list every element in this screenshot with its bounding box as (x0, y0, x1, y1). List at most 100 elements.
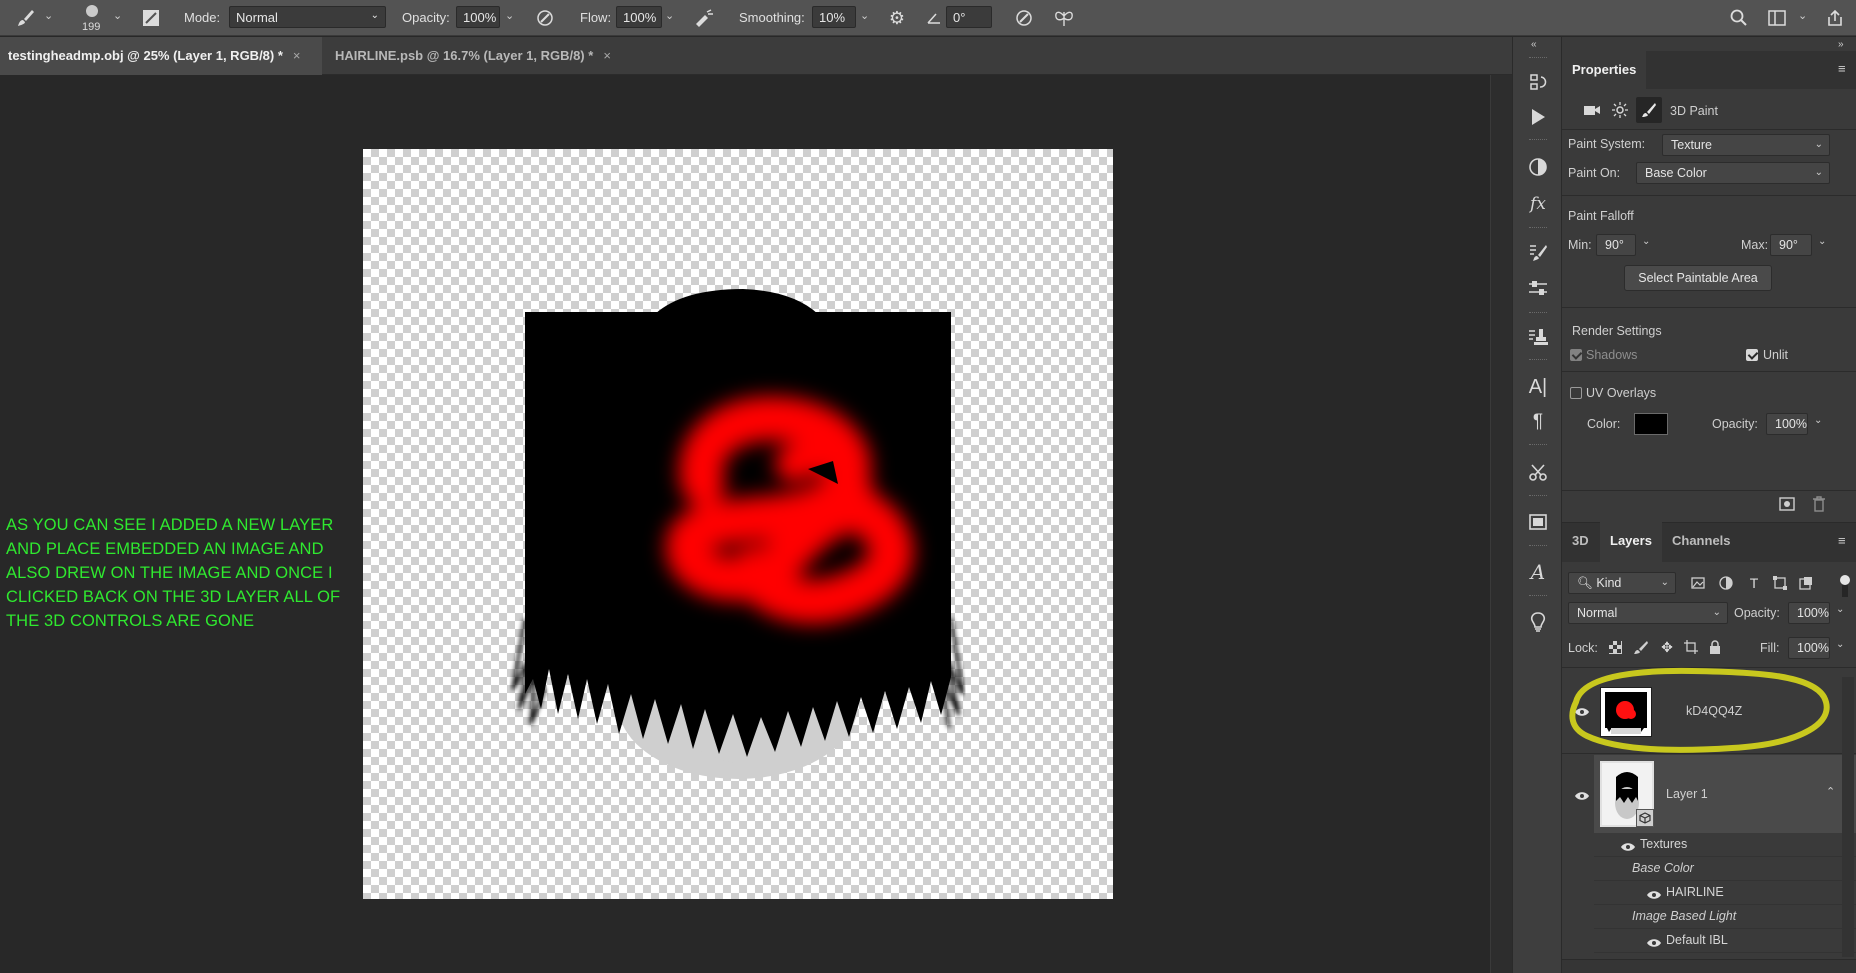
min-chevron-icon[interactable]: ⌄ (1642, 236, 1650, 247)
scene-lights-icon[interactable] (1608, 99, 1632, 121)
layer-row-layer-1[interactable]: Layer 1 ⌃ (1562, 755, 1856, 833)
workspace-chevron-icon[interactable]: ⌄ (1798, 9, 1807, 22)
min-falloff-field[interactable]: 90° (1596, 234, 1636, 256)
tab-properties[interactable]: Properties (1562, 51, 1647, 89)
filter-smart-object-icon[interactable] (1796, 573, 1816, 593)
lock-position-icon[interactable]: ✥ (1658, 638, 1676, 656)
paint-on-select[interactable]: Base Color ⌄ (1636, 162, 1830, 184)
glyphs-icon[interactable]: A (1513, 557, 1563, 587)
textures-row[interactable]: Textures (1594, 833, 1856, 857)
lock-artboard-icon[interactable] (1682, 638, 1700, 656)
airbrush-icon[interactable] (690, 6, 718, 30)
opacity-chevron-icon[interactable]: ⌄ (505, 9, 514, 22)
close-icon[interactable]: × (293, 48, 301, 63)
blend-mode-select[interactable]: Normal ⌄ (1568, 602, 1728, 624)
symmetry-butterfly-icon[interactable] (1050, 6, 1078, 30)
visibility-eye-icon[interactable] (1574, 705, 1590, 716)
share-icon[interactable] (1822, 6, 1848, 30)
paragraph-icon[interactable]: ¶ (1513, 407, 1563, 437)
tab-testingheadmp[interactable]: testingheadmp.obj @ 25% (Layer 1, RGB/8)… (0, 37, 322, 75)
hairline-texture-row[interactable]: HAIRLINE (1594, 881, 1856, 905)
layer-filter-kind-select[interactable]: 🔍︎ Kind ⌄ (1568, 572, 1676, 594)
clone-source-icon[interactable] (1513, 322, 1563, 352)
collapse-dock-icon[interactable]: » (1838, 39, 1844, 50)
close-icon[interactable]: × (603, 48, 611, 63)
brushes-icon[interactable] (1513, 273, 1563, 303)
flow-field[interactable]: 100% (616, 6, 662, 28)
panel-menu-icon[interactable]: ≡ (1838, 61, 1846, 76)
max-chevron-icon[interactable]: ⌄ (1818, 236, 1826, 247)
default-ibl-row[interactable]: Default IBL (1594, 929, 1856, 953)
tab-hairline[interactable]: HAIRLINE.psb @ 16.7% (Layer 1, RGB/8) * × (327, 37, 637, 75)
lock-transparent-pixels-icon[interactable] (1606, 638, 1624, 656)
fill-field[interactable]: 100% (1788, 637, 1830, 659)
filter-shape-icon[interactable] (1770, 573, 1790, 593)
uv-overlays-checkbox[interactable] (1570, 387, 1582, 399)
strip-separator (1529, 139, 1547, 141)
overlay-color-swatch[interactable] (1634, 413, 1668, 435)
lock-all-icon[interactable] (1706, 638, 1724, 656)
brush-preview-icon[interactable] (80, 2, 104, 20)
visibility-eye-icon[interactable] (1646, 936, 1662, 947)
camera-icon[interactable] (1580, 99, 1604, 121)
layers-scrollbar[interactable] (1842, 677, 1854, 957)
document-canvas[interactable] (363, 149, 1113, 899)
panel-menu-icon[interactable]: ≡ (1838, 533, 1846, 548)
actions-play-icon[interactable] (1513, 102, 1563, 132)
layer-name[interactable]: kD4QQ4Z (1686, 704, 1742, 718)
render-icon[interactable] (1776, 494, 1798, 514)
layer-name[interactable]: Layer 1 (1666, 787, 1708, 801)
tool-preset-chevron-icon[interactable]: ⌄ (44, 9, 53, 22)
collapse-chevron-icon[interactable]: ⌃ (1826, 785, 1835, 798)
filter-adjustment-icon[interactable] (1716, 573, 1736, 593)
smoothing-field[interactable]: 10% (812, 6, 856, 28)
visibility-eye-icon[interactable] (1574, 789, 1590, 800)
unlit-checkbox[interactable] (1746, 349, 1758, 361)
paint-system-select[interactable]: Texture ⌄ (1662, 134, 1830, 156)
brush-settings-icon[interactable] (138, 6, 164, 30)
brush-settings-icon[interactable] (1513, 237, 1563, 267)
select-paintable-area-button[interactable]: Select Paintable Area (1624, 265, 1772, 291)
vertical-scrollbar[interactable] (1490, 75, 1512, 973)
brush-picker-chevron-icon[interactable]: ⌄ (113, 9, 122, 22)
filter-type-icon[interactable]: T (1744, 573, 1764, 593)
brush-tool-icon[interactable] (12, 6, 40, 30)
visibility-eye-icon[interactable] (1620, 840, 1636, 851)
layer-opacity-field[interactable]: 100% (1788, 602, 1830, 624)
layer-opacity-chevron-icon[interactable]: ⌄ (1836, 604, 1844, 615)
tab-3d[interactable]: 3D (1562, 522, 1599, 562)
uv-overlays-label: UV Overlays (1586, 386, 1657, 400)
filter-toggle[interactable] (1840, 575, 1850, 585)
lock-image-pixels-icon[interactable] (1632, 638, 1650, 656)
overlay-opacity-field[interactable]: 100% (1766, 413, 1808, 435)
trash-icon[interactable] (1808, 494, 1830, 514)
character-icon[interactable]: A| (1513, 372, 1563, 402)
smoothing-chevron-icon[interactable]: ⌄ (860, 9, 869, 22)
pressure-opacity-icon[interactable] (532, 6, 558, 30)
styles-fx-icon[interactable]: fx (1513, 189, 1563, 219)
overlay-opacity-chevron-icon[interactable]: ⌄ (1814, 415, 1822, 426)
search-icon[interactable] (1726, 6, 1752, 30)
workspace-layout-icon[interactable] (1764, 6, 1790, 30)
fill-chevron-icon[interactable]: ⌄ (1836, 639, 1844, 650)
flow-chevron-icon[interactable]: ⌄ (665, 9, 674, 22)
layer-row-kd4qq4z[interactable]: kD4QQ4Z (1562, 675, 1856, 749)
pressure-size-icon[interactable] (1010, 6, 1038, 30)
adjustments-icon[interactable] (1513, 152, 1563, 182)
tool-presets-icon[interactable] (1513, 457, 1563, 487)
collapse-panels-icon[interactable]: « (1531, 39, 1537, 50)
learn-lightbulb-icon[interactable] (1513, 607, 1563, 637)
visibility-eye-icon[interactable] (1646, 888, 1662, 899)
tab-layers[interactable]: Layers (1600, 522, 1662, 562)
tab-channels[interactable]: Channels (1662, 522, 1741, 562)
libraries-icon[interactable] (1513, 507, 1563, 537)
history-icon[interactable] (1513, 67, 1563, 97)
mode-select[interactable]: Normal ⌄ (229, 6, 386, 28)
filter-pixel-icon[interactable] (1688, 573, 1708, 593)
shadows-checkbox[interactable] (1570, 349, 1582, 361)
opacity-field[interactable]: 100% (456, 6, 500, 28)
gear-icon[interactable]: ⚙ (884, 6, 910, 30)
paint-brush-mode-icon[interactable] (1636, 97, 1662, 123)
angle-field[interactable]: 0° (946, 6, 992, 28)
max-falloff-field[interactable]: 90° (1770, 234, 1812, 256)
